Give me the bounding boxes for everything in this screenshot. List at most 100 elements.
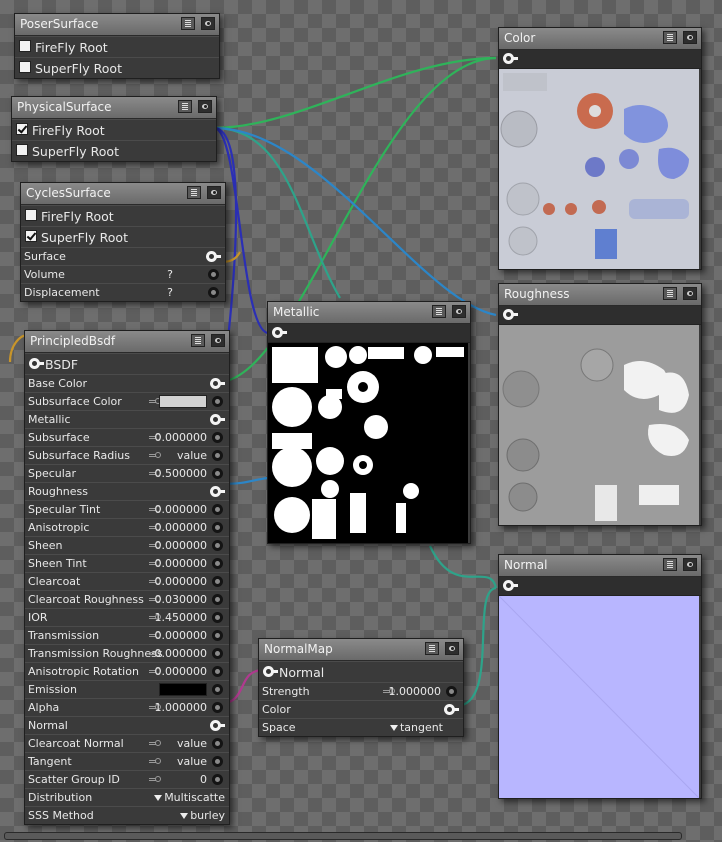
input-emission[interactable]: Emission: [25, 680, 229, 698]
input-value[interactable]: 0.500000: [155, 467, 208, 480]
space-dropdown[interactable]: tangent: [389, 721, 443, 734]
socket-connected-icon[interactable]: [210, 720, 225, 731]
color-swatch[interactable]: [159, 395, 207, 408]
input-space[interactable]: Space tangent: [259, 718, 463, 736]
key-icon[interactable]: [149, 758, 161, 764]
output-bsdf[interactable]: BSDF: [25, 353, 229, 374]
node-header[interactable]: PrincipledBsdf: [25, 331, 229, 353]
dropdown[interactable]: burley: [180, 809, 225, 822]
menu-icon[interactable]: [178, 100, 192, 113]
input-clearcoat-roughness[interactable]: Clearcoat Roughness 0.030000: [25, 590, 229, 608]
input-sss-method[interactable]: SSS Method burley: [25, 806, 229, 824]
checkbox-checked[interactable]: [16, 123, 28, 135]
socket-icon[interactable]: [212, 396, 223, 407]
node-header[interactable]: Normal: [499, 555, 701, 577]
checkbox[interactable]: [19, 40, 31, 52]
checkbox[interactable]: [16, 144, 28, 156]
color-image-node[interactable]: Color: [498, 27, 702, 270]
normal-image-node[interactable]: Normal: [498, 554, 702, 799]
root-row[interactable]: SuperFly Root: [21, 226, 225, 247]
input-value[interactable]: 1.000000: [155, 701, 208, 714]
input-transmission-roughness[interactable]: Transmission Roughness 0.000000: [25, 644, 229, 662]
menu-icon[interactable]: [187, 186, 201, 199]
socket-connected-icon[interactable]: [206, 251, 221, 262]
input-surface[interactable]: Surface: [21, 247, 225, 265]
menu-icon[interactable]: [432, 305, 446, 318]
output-normal[interactable]: Normal: [259, 661, 463, 682]
eye-icon[interactable]: [445, 642, 459, 655]
socket-icon[interactable]: [212, 594, 223, 605]
socket-connected-icon[interactable]: [210, 486, 225, 497]
input-value[interactable]: 1.000000: [389, 685, 442, 698]
eye-icon[interactable]: [207, 186, 221, 199]
root-row[interactable]: FireFly Root: [15, 36, 219, 57]
input-value[interactable]: 0.000000: [155, 431, 208, 444]
input-displacement[interactable]: Displacement?: [21, 283, 225, 301]
socket-connected-icon[interactable]: [210, 378, 225, 389]
key-icon[interactable]: [149, 452, 161, 458]
node-header[interactable]: NormalMap: [259, 639, 463, 661]
input-value[interactable]: 0.030000: [155, 593, 208, 606]
socket-icon[interactable]: [212, 684, 223, 695]
output-socket-icon[interactable]: [503, 309, 518, 320]
socket-icon[interactable]: [212, 756, 223, 767]
input-strength[interactable]: Strength 1.000000: [259, 682, 463, 700]
output-row[interactable]: [499, 50, 701, 69]
socket-connected-icon[interactable]: [444, 704, 459, 715]
output-row[interactable]: [499, 577, 701, 596]
eye-icon[interactable]: [211, 334, 225, 347]
eye-icon[interactable]: [683, 558, 697, 571]
input-value[interactable]: 0.000000: [155, 557, 208, 570]
socket-icon[interactable]: [212, 576, 223, 587]
input-value[interactable]: 0.000000: [155, 521, 208, 534]
socket-icon[interactable]: [212, 666, 223, 677]
input-value[interactable]: 0.000000: [155, 575, 208, 588]
input-clearcoat-normal[interactable]: Clearcoat Normal value: [25, 734, 229, 752]
poser-surface-node[interactable]: PoserSurface FireFly Root SuperFly Root: [14, 13, 220, 79]
root-row[interactable]: FireFly Root: [12, 119, 216, 140]
node-header[interactable]: Color: [499, 28, 701, 50]
socket-icon[interactable]: [212, 612, 223, 623]
input-value[interactable]: value: [177, 737, 207, 750]
socket-icon[interactable]: [212, 630, 223, 641]
socket-icon[interactable]: [212, 648, 223, 659]
input-transmission[interactable]: Transmission 0.000000: [25, 626, 229, 644]
socket-icon[interactable]: [212, 774, 223, 785]
socket-icon[interactable]: [212, 522, 223, 533]
input-clearcoat[interactable]: Clearcoat 0.000000: [25, 572, 229, 590]
eye-icon[interactable]: [198, 100, 212, 113]
output-row[interactable]: [268, 324, 470, 343]
physical-surface-node[interactable]: PhysicalSurface FireFly Root SuperFly Ro…: [11, 96, 217, 162]
normalmap-node[interactable]: NormalMap Normal Strength 1.000000 Color…: [258, 638, 464, 737]
checkbox[interactable]: [19, 61, 31, 73]
input-specular[interactable]: Specular 0.500000: [25, 464, 229, 482]
input-volume[interactable]: Volume?: [21, 265, 225, 283]
horizontal-scrollbar[interactable]: [4, 832, 682, 840]
socket-icon[interactable]: [212, 468, 223, 479]
socket-icon[interactable]: [208, 269, 219, 280]
key-icon[interactable]: [149, 398, 161, 404]
input-anisotropic[interactable]: Anisotropic 0.000000: [25, 518, 229, 536]
menu-icon[interactable]: [663, 558, 677, 571]
output-socket-icon[interactable]: [503, 580, 518, 591]
socket-icon[interactable]: [212, 558, 223, 569]
cycles-surface-node[interactable]: CyclesSurface FireFly Root SuperFly Root…: [20, 182, 226, 302]
socket-icon[interactable]: [212, 432, 223, 443]
input-value[interactable]: 1.450000: [155, 611, 208, 624]
eye-icon[interactable]: [683, 287, 697, 300]
input-roughness[interactable]: Roughness: [25, 482, 229, 500]
input-subsurface-color[interactable]: Subsurface Color: [25, 392, 229, 410]
input-alpha[interactable]: Alpha 1.000000: [25, 698, 229, 716]
input-value[interactable]: value: [177, 449, 207, 462]
input-value[interactable]: 0: [200, 773, 207, 786]
node-header[interactable]: Metallic: [268, 302, 470, 324]
input-metallic[interactable]: Metallic: [25, 410, 229, 428]
input-tangent[interactable]: Tangent value: [25, 752, 229, 770]
socket-icon[interactable]: [212, 450, 223, 461]
input-anisotropic-rotation[interactable]: Anisotropic Rotation 0.000000: [25, 662, 229, 680]
input-value[interactable]: value: [177, 755, 207, 768]
node-header[interactable]: PhysicalSurface: [12, 97, 216, 119]
input-specular-tint[interactable]: Specular Tint 0.000000: [25, 500, 229, 518]
socket-icon[interactable]: [212, 702, 223, 713]
menu-icon[interactable]: [663, 31, 677, 44]
